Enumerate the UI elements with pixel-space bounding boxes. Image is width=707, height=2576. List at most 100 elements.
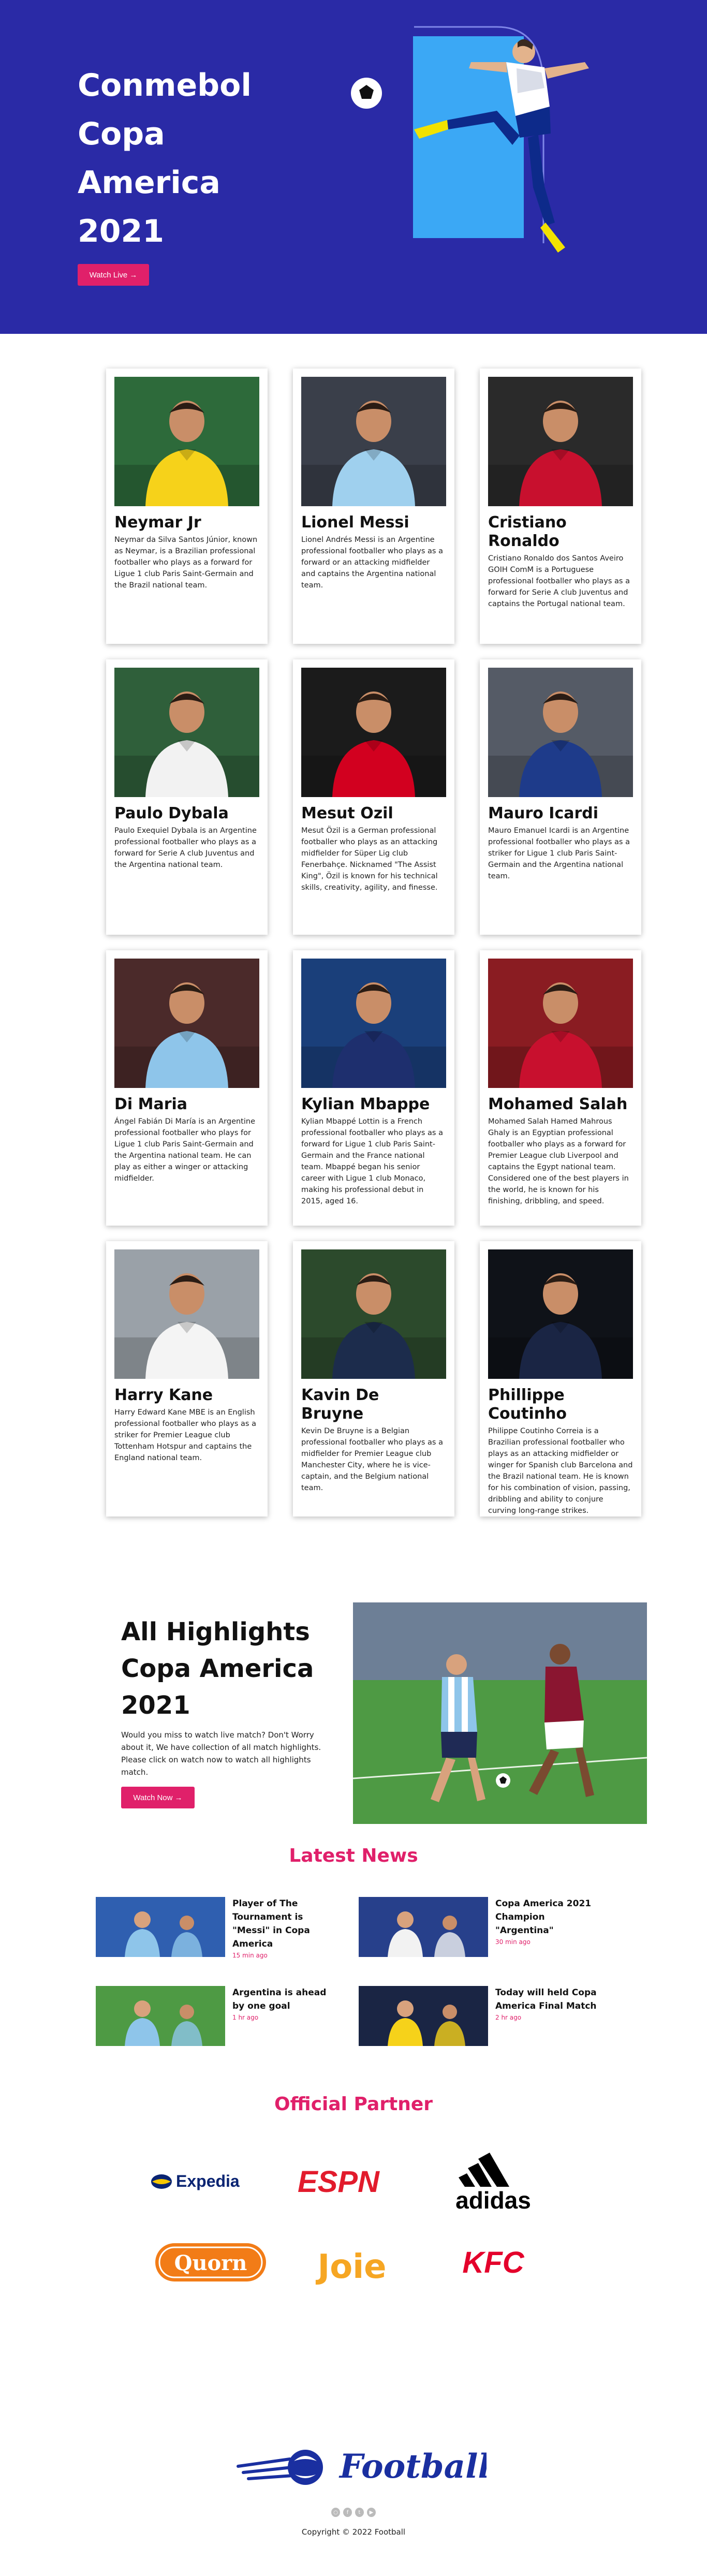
- watch-now-button[interactable]: Watch Now →: [121, 1787, 195, 1808]
- football-brand-logo[interactable]: Football: [228, 2430, 487, 2497]
- news-title[interactable]: Copa America 2021 Champion "Argentina": [495, 1897, 604, 1937]
- partner-logos: Expedia ESPN adidas Quorn Joie KFC: [140, 2153, 564, 2288]
- svg-text:ESPN: ESPN: [298, 2165, 380, 2199]
- news-info: Argentina is ahead by one goal 1 hr ago: [232, 1986, 341, 2021]
- players-grid: Neymar Jr Neymar da Silva Santos Júnior, …: [106, 369, 641, 1517]
- player-photo: [488, 959, 633, 1088]
- player-card[interactable]: Lionel Messi Lionel Andrés Messi is an Ar…: [293, 369, 454, 644]
- player-photo: [114, 959, 259, 1088]
- news-title[interactable]: Today will held Copa America Final Match: [495, 1986, 604, 2013]
- player-name: Paulo Dybala: [114, 804, 229, 822]
- news-item[interactable]: Player of The Tournament is "Messi" in C…: [96, 1897, 359, 1959]
- player-photo: [114, 377, 259, 506]
- player-photo: [301, 668, 446, 797]
- player-card[interactable]: Kylian Mbappe Kylian Mbappé Lottin is a F…: [293, 950, 454, 1226]
- news-item[interactable]: Argentina is ahead by one goal 1 hr ago: [96, 1986, 359, 2046]
- news-time: 30 min ago: [495, 1938, 531, 1946]
- player-photo: [301, 959, 446, 1088]
- player-description: Mesut Özil is a German professional foot…: [301, 827, 438, 892]
- hero-banner: Conmebol Copa America 2021 Watch Live →: [0, 0, 707, 334]
- news-grid: Player of The Tournament is "Messi" in C…: [96, 1897, 613, 2046]
- facebook-icon[interactable]: f: [343, 2508, 352, 2517]
- news-info: Player of The Tournament is "Messi" in C…: [232, 1897, 341, 1959]
- highlights-title: All Highlights Copa America 2021: [121, 1617, 314, 1720]
- news-info: Today will held Copa America Final Match…: [495, 1986, 604, 2021]
- youtube-icon[interactable]: ▶: [367, 2508, 376, 2517]
- player-photo: [488, 1249, 633, 1379]
- player-name: Lionel Messi: [301, 513, 409, 532]
- player-photo: [301, 1249, 446, 1379]
- news-time: 1 hr ago: [232, 2014, 259, 2021]
- expedia-logo[interactable]: Expedia: [140, 2156, 281, 2207]
- player-description: Neymar da Silva Santos Júnior, known as …: [114, 536, 258, 590]
- highlights-image[interactable]: [353, 1602, 647, 1824]
- svg-text:Quorn: Quorn: [174, 2251, 247, 2275]
- player-description: Cristiano Ronaldo dos Santos Aveiro GOIH…: [488, 554, 630, 608]
- hero-title: Conmebol Copa America 2021: [78, 67, 252, 249]
- player-card[interactable]: Di Maria Ángel Fabián Di María is an Arge…: [106, 950, 268, 1226]
- partners-heading: Official Partner: [274, 2094, 433, 2115]
- player-photo: [114, 668, 259, 797]
- player-card[interactable]: Paulo Dybala Paulo Exequiel Dybala is an …: [106, 659, 268, 935]
- player-description: Harry Edward Kane MBE is an English prof…: [114, 1408, 256, 1462]
- player-description: Paulo Exequiel Dybala is an Argentine pr…: [114, 827, 257, 869]
- news-item[interactable]: Copa America 2021 Champion "Argentina" 30…: [359, 1897, 613, 1957]
- news-thumbnail[interactable]: [96, 1897, 225, 1957]
- news-item[interactable]: Today will held Copa America Final Match…: [359, 1986, 613, 2046]
- quorn-logo[interactable]: Quorn: [140, 2236, 281, 2288]
- player-name: Kavin De Bruyne: [301, 1386, 379, 1423]
- player-description: Ángel Fabián Di María is an Argentine pr…: [114, 1117, 256, 1183]
- news-heading: Latest News: [289, 1845, 418, 1866]
- player-name: Mohamed Salah: [488, 1095, 628, 1113]
- player-photo: [301, 377, 446, 506]
- player-name: Cristiano Ronaldo: [488, 513, 567, 550]
- svg-text:Football: Football: [338, 2447, 487, 2486]
- espn-logo[interactable]: ESPN: [281, 2156, 422, 2207]
- svg-text:Joie: Joie: [315, 2248, 386, 2286]
- news-time: 15 min ago: [232, 1952, 268, 1959]
- news-title[interactable]: Player of The Tournament is "Messi" in C…: [232, 1897, 341, 1951]
- svg-text:adidas: adidas: [455, 2187, 531, 2213]
- highlights-text: Would you miss to watch live match? Don'…: [121, 1730, 321, 1777]
- player-description: Kylian Mbappé Lottin is a French profess…: [301, 1117, 443, 1205]
- players-section: Neymar Jr Neymar da Silva Santos Júnior, …: [0, 334, 707, 1563]
- player-description: Lionel Andrés Messi is an Argentine prof…: [301, 536, 443, 590]
- player-name: Mauro Icardi: [488, 804, 599, 822]
- player-card[interactable]: Mesut Ozil Mesut Özil is a German profess…: [293, 659, 454, 935]
- social-links: ○ f t ▶: [331, 2508, 376, 2517]
- news-info: Copa America 2021 Champion "Argentina" 30…: [495, 1897, 604, 1946]
- news-thumbnail[interactable]: [96, 1986, 225, 2046]
- instagram-icon[interactable]: ○: [331, 2508, 340, 2517]
- player-description: Mohamed Salah Hamed Mahrous Ghaly is an …: [488, 1117, 629, 1205]
- player-card[interactable]: Neymar Jr Neymar da Silva Santos Júnior, …: [106, 369, 268, 644]
- kfc-logo[interactable]: KFC: [422, 2236, 564, 2288]
- player-card[interactable]: Harry Kane Harry Edward Kane MBE is an En…: [106, 1241, 268, 1517]
- partners-section: Official Partner Expedia ESPN adidas Quo…: [0, 2094, 707, 2383]
- player-photo: [488, 377, 633, 506]
- watch-live-button[interactable]: Watch Live →: [78, 264, 149, 286]
- player-card[interactable]: Mauro Icardi Mauro Emanuel Icardi is an A…: [480, 659, 641, 935]
- news-time: 2 hr ago: [495, 2014, 522, 2021]
- player-photo: [114, 1249, 259, 1379]
- player-photo: [488, 668, 633, 797]
- player-name: Mesut Ozil: [301, 804, 393, 822]
- player-card[interactable]: Cristiano Ronaldo Cristiano Ronaldo dos S…: [480, 369, 641, 644]
- player-description: Mauro Emanuel Icardi is an Argentine pro…: [488, 827, 630, 880]
- player-card[interactable]: Phillippe Coutinho Philippe Coutinho Corr…: [480, 1241, 641, 1517]
- twitter-icon[interactable]: t: [355, 2508, 364, 2517]
- footer: Football ○ f t ▶ Copyright © 2022 Footba…: [0, 2383, 707, 2576]
- svg-text:Expedia: Expedia: [176, 2172, 240, 2190]
- player-card[interactable]: Mohamed Salah Mohamed Salah Hamed Mahrous…: [480, 950, 641, 1226]
- news-thumbnail[interactable]: [359, 1897, 488, 1957]
- hero-player-illustration: [351, 26, 589, 253]
- player-name: Neymar Jr: [114, 513, 201, 532]
- news-thumbnail[interactable]: [359, 1986, 488, 2046]
- player-card[interactable]: Kavin De Bruyne Kevin De Bruyne is a Belg…: [293, 1241, 454, 1517]
- joie-logo[interactable]: Joie: [281, 2236, 422, 2288]
- player-name: Kylian Mbappe: [301, 1095, 430, 1113]
- copyright-text: Copyright © 2022 Football: [301, 2527, 406, 2537]
- highlights-section: All Highlights Copa America 2021 Would y…: [0, 1563, 707, 1845]
- news-title[interactable]: Argentina is ahead by one goal: [232, 1986, 341, 2013]
- player-description: Philippe Coutinho Correia is a Brazilian…: [488, 1427, 633, 1515]
- adidas-logo[interactable]: adidas: [422, 2153, 564, 2213]
